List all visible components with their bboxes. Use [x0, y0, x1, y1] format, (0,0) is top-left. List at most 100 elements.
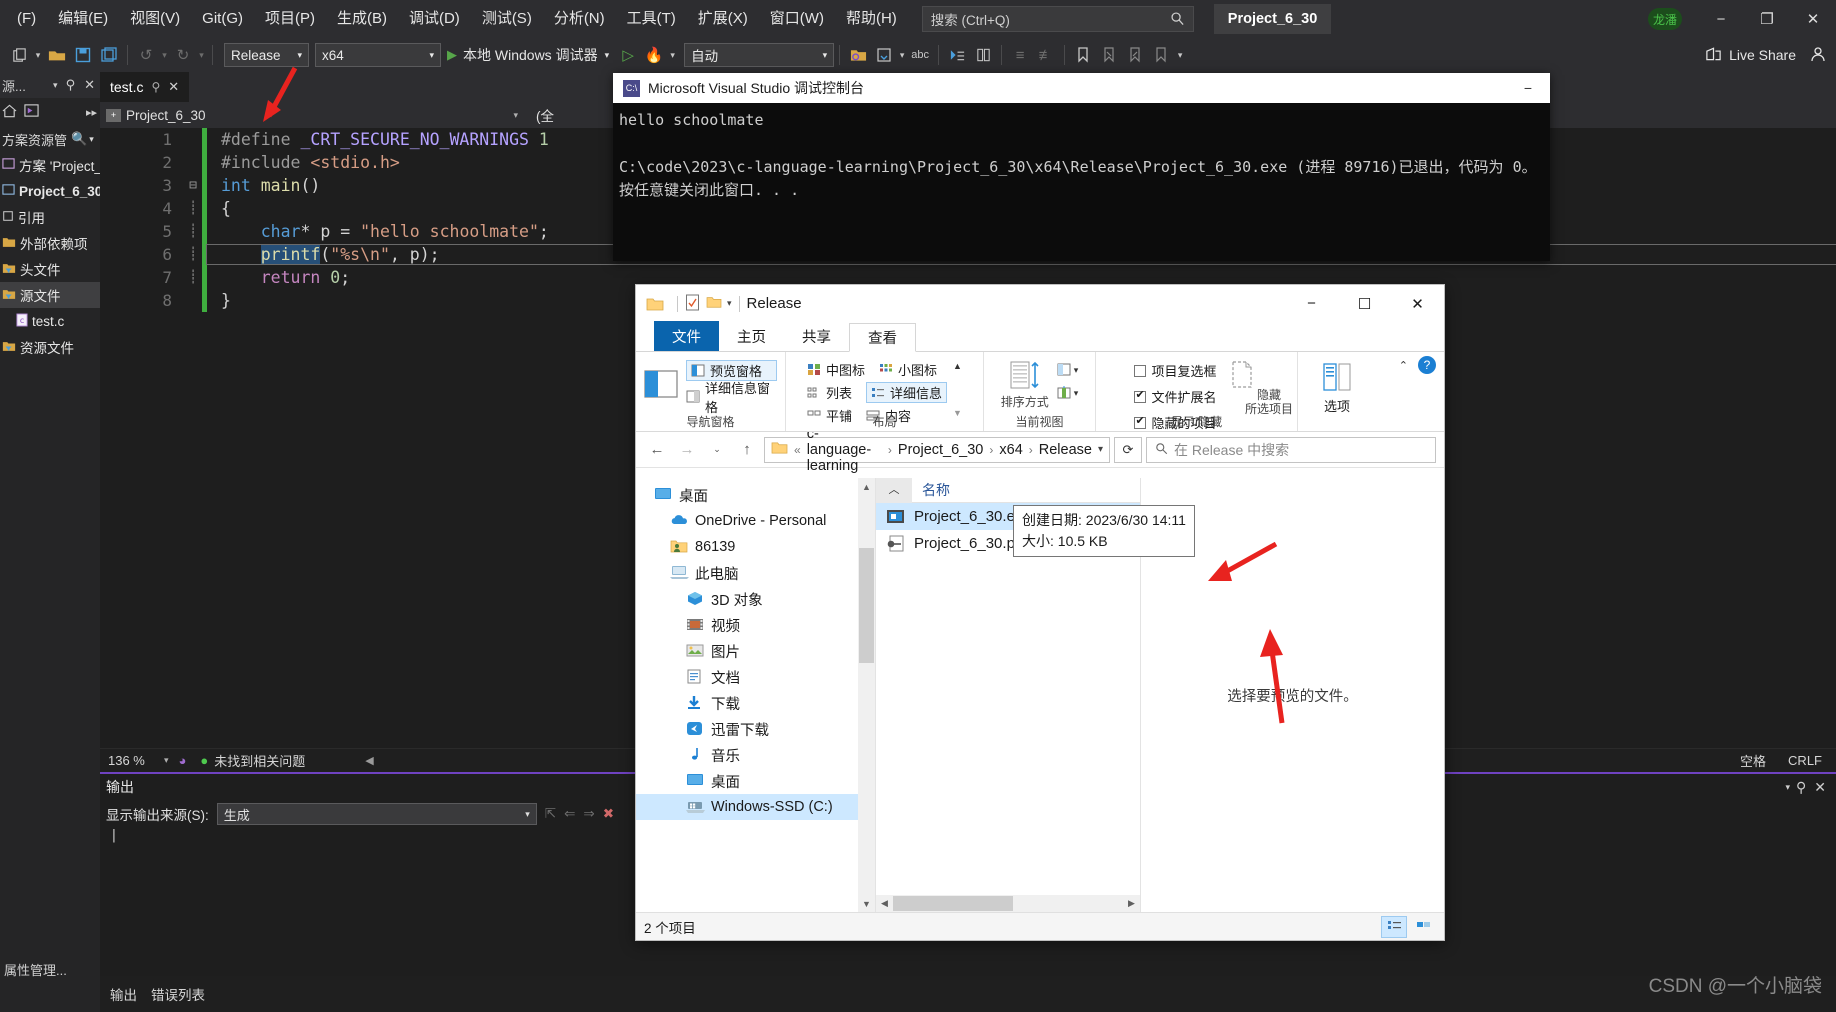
hot-reload-icon[interactable]: 🔥 [641, 42, 667, 68]
explorer-minimize-button[interactable]: − [1285, 285, 1338, 322]
hot-reload-dropdown-icon[interactable]: ▾ [667, 42, 678, 68]
item-checkboxes-checkbox[interactable]: 项目复选框 [1134, 360, 1217, 381]
file-extensions-checkbox[interactable]: 文件扩展名 [1134, 386, 1217, 407]
prev-issue-icon[interactable]: ◀ [365, 754, 373, 767]
properties-manager-tab[interactable]: 属性管理... [0, 956, 100, 982]
vs-menu-item-6[interactable]: 调试(D) [398, 0, 471, 38]
open-file-icon[interactable] [44, 42, 70, 68]
bookmark-icon[interactable] [1070, 42, 1096, 68]
clear-all-icon[interactable]: ✖ [603, 806, 614, 822]
nav-item-8[interactable]: 下载 [636, 690, 858, 716]
feedback-icon[interactable] [1810, 46, 1826, 65]
clear-bookmarks-icon[interactable] [1148, 42, 1174, 68]
solution-tree-item-0[interactable]: 方案 'Project_6 [0, 152, 100, 178]
zoom-level[interactable]: 136 % [100, 753, 164, 768]
layout-small-icons[interactable]: 小图标 [879, 359, 937, 380]
bottom-tab-error-list[interactable]: 错误列表 [151, 984, 205, 1004]
solution-tree-item-5[interactable]: 源文件 [0, 282, 100, 308]
details-pane-toggle[interactable]: 详细信息窗格 [686, 381, 777, 415]
nav-item-3[interactable]: 此电脑 [636, 560, 858, 586]
navigate-forward-icon[interactable] [970, 42, 996, 68]
vs-menu-item-2[interactable]: 视图(V) [119, 0, 191, 38]
hscrollbar-thumb[interactable] [893, 896, 1013, 911]
nav-item-4[interactable]: 3D 对象 [636, 586, 858, 612]
pin-icon[interactable]: ⚲ [151, 80, 160, 94]
vs-menu-item-3[interactable]: Git(G) [191, 0, 254, 38]
nav-item-0[interactable]: 桌面 [636, 482, 858, 508]
solution-tree-item-4[interactable]: 头文件 [0, 256, 100, 282]
size-all-columns-button[interactable]: ▾ [1057, 386, 1078, 400]
vs-menu-item-8[interactable]: 分析(N) [543, 0, 616, 38]
breadcrumb-item-3[interactable]: Release [1039, 442, 1092, 458]
details-view-button[interactable] [1381, 915, 1407, 938]
breadcrumb-separator[interactable]: › [989, 443, 993, 457]
chevron-down-icon[interactable]: ▾ [164, 755, 169, 766]
nav-item-9[interactable]: 迅雷下载 [636, 716, 858, 742]
help-icon[interactable]: ? [1418, 356, 1436, 374]
undo-icon[interactable]: ↺ [133, 42, 159, 68]
breadcrumb-overflow[interactable]: « [794, 443, 801, 457]
solution-tree-item-3[interactable]: 外部依赖项 [0, 230, 100, 256]
vs-minimize-button[interactable]: − [1698, 0, 1744, 38]
save-icon[interactable] [70, 42, 96, 68]
save-all-icon[interactable] [96, 42, 122, 68]
collapse-ribbon-icon[interactable]: ⌃ [1399, 359, 1408, 372]
explorer-tab-1[interactable]: 主页 [719, 322, 784, 351]
large-icons-view-button[interactable] [1410, 916, 1436, 938]
vs-menu-item-11[interactable]: 窗口(W) [759, 0, 835, 38]
layout-medium-icons[interactable]: 中图标 [807, 359, 865, 380]
vs-restore-button[interactable]: ❐ [1744, 0, 1790, 38]
vs-menu-item-10[interactable]: 扩展(X) [687, 0, 759, 38]
options-button[interactable]: 选项 [1321, 356, 1353, 415]
new-folder-icon[interactable] [706, 295, 722, 312]
breadcrumb-item-1[interactable]: Project_6_30 [898, 442, 983, 458]
nav-item-1[interactable]: OneDrive - Personal [636, 508, 858, 534]
nav-project-dropdown[interactable]: + Project_6_30 ▾ [100, 102, 530, 128]
solution-tree-item-2[interactable]: 引用 [0, 204, 100, 230]
vs-menu-item-4[interactable]: 项目(P) [254, 0, 326, 38]
breadcrumb-separator[interactable]: › [888, 443, 892, 457]
nav-item-2[interactable]: 86139 [636, 534, 858, 560]
go-to-previous-icon[interactable]: ⇐ [564, 806, 575, 822]
nav-item-10[interactable]: 音乐 [636, 742, 858, 768]
editor-tab-test-c[interactable]: test.c ⚲ ✕ [100, 72, 190, 102]
vs-menu-item-9[interactable]: 工具(T) [616, 0, 687, 38]
refresh-button[interactable]: ⟳ [1114, 436, 1142, 463]
vs-quick-search[interactable]: 搜索 (Ctrl+Q) [921, 6, 1194, 32]
solution-platform-combo[interactable]: x64 ▾ [315, 43, 441, 67]
navigate-backward-icon[interactable] [944, 42, 970, 68]
explorer-tab-0[interactable]: 文件 [654, 321, 719, 351]
nav-scope-dropdown[interactable]: (全 [530, 102, 560, 128]
explorer-search-box[interactable]: 在 Release 中搜索 [1146, 436, 1436, 463]
gallery-scroll-up-icon[interactable]: ▲ [953, 361, 962, 371]
nav-item-7[interactable]: 文档 [636, 664, 858, 690]
solution-explorer-search[interactable]: 方案资源管 🔍 ▾ [0, 126, 100, 152]
close-icon[interactable]: ✕ [79, 77, 100, 93]
vs-menu-item-12[interactable]: 帮助(H) [835, 0, 908, 38]
fold-toggle-icon[interactable]: ⊟ [184, 178, 202, 193]
redo-icon[interactable]: ↻ [170, 42, 196, 68]
pin-icon[interactable]: ⚲ [62, 77, 80, 93]
breadcrumb-separator[interactable]: › [1029, 443, 1033, 457]
find-message-icon[interactable]: ⇱ [545, 806, 556, 822]
nav-item-12[interactable]: Windows-SSD (C:) [636, 794, 858, 820]
indent-increase-icon[interactable]: ≢ [1033, 42, 1059, 68]
chevron-down-icon[interactable]: ▾ [1785, 782, 1796, 793]
solution-tree-item-7[interactable]: 资源文件 [0, 334, 100, 360]
chevron-down-icon[interactable]: ▾ [49, 80, 62, 91]
spell-check-icon[interactable]: abc [907, 42, 933, 68]
nav-item-5[interactable]: 视频 [636, 612, 858, 638]
layout-details[interactable]: 详细信息 [866, 382, 948, 403]
vs-menu-item-1[interactable]: 编辑(E) [47, 0, 119, 38]
scroll-up-icon[interactable]: ▲ [858, 478, 875, 495]
close-icon[interactable]: ✕ [1814, 779, 1836, 796]
home-icon[interactable] [2, 104, 17, 121]
avatar[interactable]: 龙潘 [1648, 8, 1682, 30]
layout-list[interactable]: 列表 [807, 382, 852, 403]
overflow-icon[interactable]: ▸▸ [86, 106, 100, 119]
line-ending-mode[interactable]: CRLF [1788, 753, 1822, 768]
new-project-icon[interactable] [6, 42, 32, 68]
comment-icon[interactable]: ▾ [897, 42, 907, 68]
output-source-combo[interactable]: 生成 ▾ [216, 803, 537, 825]
find-in-files-icon[interactable] [845, 42, 871, 68]
